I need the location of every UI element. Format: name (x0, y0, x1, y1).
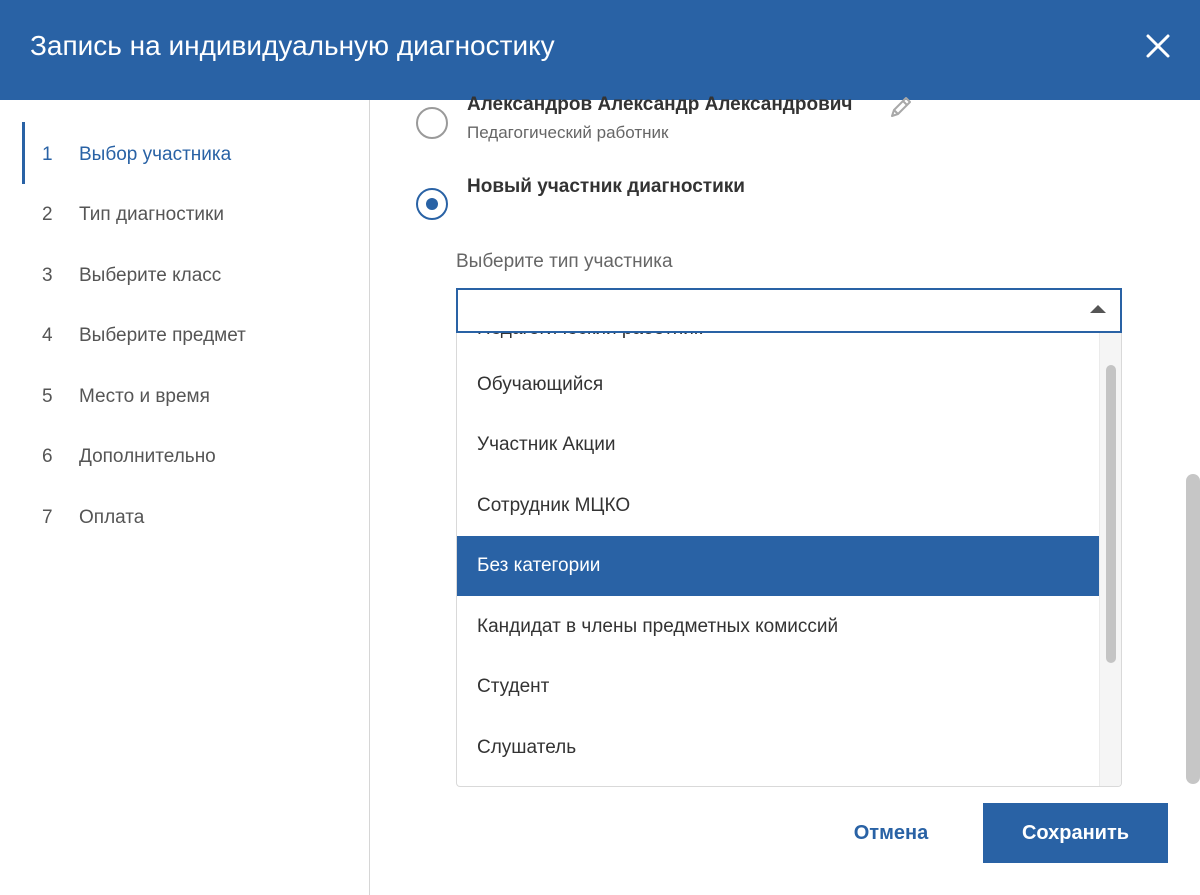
step-diagnostic-type[interactable]: 2 Тип диагностики (0, 195, 369, 235)
participant-type-select[interactable] (456, 288, 1122, 333)
step-subject[interactable]: 4 Выберите предмет (0, 316, 369, 356)
step-participant[interactable]: 1 Выбор участника (0, 135, 369, 175)
step-label: Выберите предмет (79, 325, 246, 346)
participant-role: Педагогический работник (467, 123, 669, 142)
dropdown-option-label: Сотрудник МЦКО (477, 495, 631, 516)
pencil-icon[interactable] (888, 94, 914, 120)
dropdown-option-label: Кандидат в члены предметных комиссий (477, 616, 839, 637)
modal-header: Запись на индивидуальную диагностику (0, 0, 1200, 100)
step-place-time[interactable]: 5 Место и время (0, 377, 369, 417)
radio-selected-dot (426, 198, 438, 210)
step-label: Оплата (79, 507, 145, 528)
dropdown-option-label: Без категории (477, 555, 601, 576)
dropdown-option-label: Студент (477, 676, 550, 697)
dropdown-scrollbar[interactable] (1099, 333, 1121, 786)
new-participant-label: Новый участник диагностики (467, 176, 745, 197)
dropdown-option[interactable]: Сотрудник МЦКО (457, 476, 1099, 536)
step-number: 4 (42, 325, 53, 346)
dropdown-scrollbar-thumb[interactable] (1106, 365, 1116, 663)
modal-title: Запись на индивидуальную диагностику (30, 30, 555, 61)
participant-type-label: Выберите тип участника (456, 251, 673, 272)
step-class[interactable]: 3 Выберите класс (0, 256, 369, 296)
dropdown-option-highlighted[interactable]: Без категории (457, 536, 1099, 596)
step-number: 1 (42, 144, 53, 165)
dropdown-option-label: Слушатель (477, 737, 577, 758)
participant-type-dropdown: Педагогический работник Обучающийся Учас… (456, 333, 1122, 787)
dropdown-option[interactable]: Кандидат в члены предметных комиссий (457, 597, 1099, 657)
dropdown-option[interactable]: Участник Акции (457, 415, 1099, 475)
step-label: Место и время (79, 386, 210, 407)
dropdown-option-label: Участник Акции (477, 434, 616, 455)
step-label: Выбор участника (79, 144, 232, 165)
dropdown-option[interactable]: Обучающийся (457, 355, 1099, 415)
dropdown-option[interactable]: Студент (457, 657, 1099, 717)
step-payment[interactable]: 7 Оплата (0, 498, 369, 538)
step-number: 6 (42, 446, 53, 467)
save-button[interactable]: Сохранить (983, 803, 1168, 863)
step-additional[interactable]: 6 Дополнительно (0, 437, 369, 477)
dropdown-option-label: Обучающийся (477, 374, 604, 395)
step-number: 2 (42, 204, 53, 225)
close-icon[interactable] (1140, 28, 1176, 64)
participant-name: Александров Александр Александрович (467, 94, 853, 115)
cancel-button[interactable]: Отмена (830, 803, 952, 863)
page-scrollbar-thumb[interactable] (1186, 474, 1200, 784)
caret-up-icon[interactable] (1090, 305, 1106, 313)
existing-participant-radio[interactable] (416, 107, 448, 139)
step-label: Тип диагностики (79, 204, 224, 225)
step-label: Дополнительно (79, 446, 216, 467)
step-number: 3 (42, 265, 53, 286)
step-number: 5 (42, 386, 53, 407)
dropdown-option-partial[interactable]: Педагогический работник (477, 333, 702, 341)
step-label: Выберите класс (79, 265, 222, 286)
dropdown-option[interactable]: Слушатель (457, 718, 1099, 778)
step-number: 7 (42, 507, 53, 528)
new-participant-radio[interactable] (416, 188, 448, 220)
